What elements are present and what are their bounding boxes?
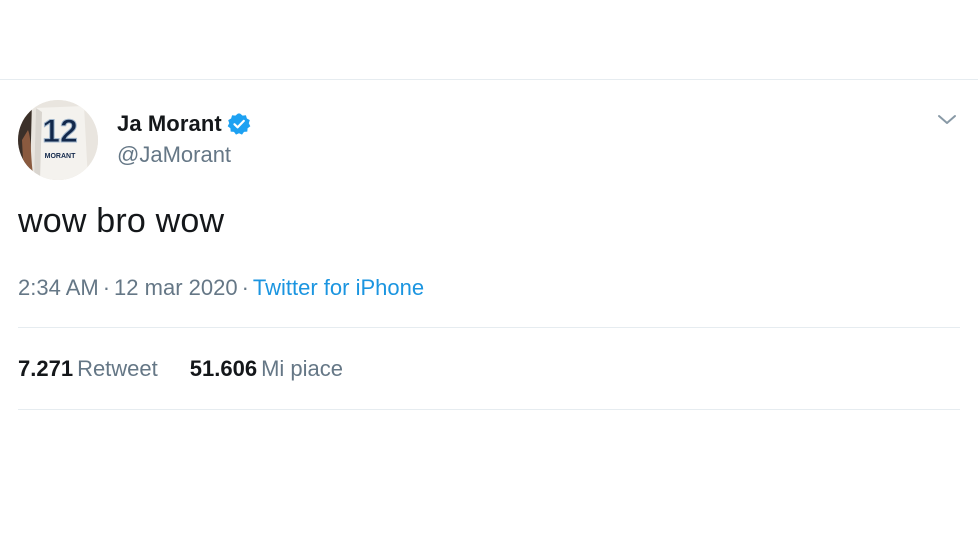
tweet-date[interactable]: 12 mar 2020 [114, 275, 238, 300]
chevron-down-icon[interactable] [934, 110, 960, 130]
retweet-stat[interactable]: 7.271 Retweet [18, 356, 158, 382]
like-label: Mi piace [261, 356, 343, 381]
like-count: 51.606 [189, 356, 258, 381]
jersey-number: 12 [42, 113, 79, 150]
author-handle[interactable]: @JaMorant [117, 142, 231, 168]
tweet-time[interactable]: 2:34 AM [18, 275, 99, 300]
tweet-card: 12 MORANT Ja Morant @JaMorant wow bro wo… [0, 80, 978, 420]
tweet-stats: 7.271 Retweet 51.606 Mi piace [18, 356, 375, 382]
meta-separator: · [102, 275, 111, 300]
divider [18, 327, 960, 328]
tweet-text: wow bro wow [18, 202, 225, 240]
divider [18, 409, 960, 410]
avatar-image: 12 MORANT [18, 100, 98, 180]
jersey-name: MORANT [45, 153, 76, 160]
meta-separator: · [241, 275, 249, 300]
author-name[interactable]: Ja Morant [117, 111, 222, 137]
verified-badge-icon [227, 112, 251, 136]
avatar[interactable]: 12 MORANT [18, 100, 98, 180]
svg-text:12: 12 [42, 113, 78, 149]
like-stat[interactable]: 51.606 Mi piace [190, 356, 343, 382]
author-name-row: Ja Morant [117, 111, 251, 137]
retweet-count: 7.271 [18, 356, 74, 381]
tweet-metadata: 2:34 AM · 12 mar 2020 · Twitter for iPhone [18, 275, 424, 301]
retweet-label: Retweet [77, 356, 158, 381]
tweet-source-link[interactable]: Twitter for iPhone [253, 275, 424, 300]
